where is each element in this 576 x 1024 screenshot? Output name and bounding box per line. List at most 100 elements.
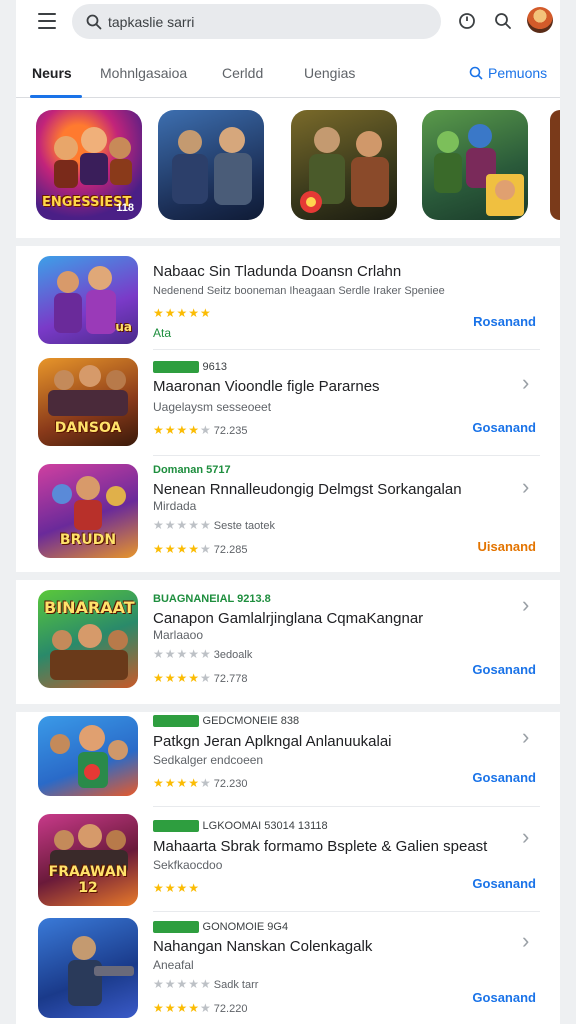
rating-stars-filled: ★★★★	[153, 776, 201, 790]
top-bar: tapkaslie sarri	[16, 0, 560, 44]
rating-stars-secondary: ★★★★★ Sadk tarr	[153, 977, 259, 991]
premiums-link[interactable]: Pemuons	[469, 65, 547, 81]
character-art	[434, 124, 524, 216]
rating-stars: ★★★★★ 72.230	[153, 776, 248, 790]
featured-game-card[interactable]	[291, 110, 397, 220]
secondary-label: Sadk tarr	[213, 979, 259, 991]
app-tag-text: GONOMOIE 9G4	[202, 921, 289, 933]
tab-mohnlgasaioa[interactable]: Mohnlgasaioa	[100, 65, 187, 81]
tab-uengias[interactable]: Uengias	[304, 65, 355, 81]
thumbnail-label: ua	[115, 320, 132, 334]
category-badge	[153, 715, 199, 727]
rating-stars-filled: ★★★★	[153, 671, 201, 685]
list-item[interactable]: BRUDN Domanan 5717 Nenean Rnnalleudongig…	[16, 456, 560, 570]
install-button[interactable]: Rosanand	[473, 314, 536, 329]
install-button[interactable]: Gosanand	[472, 990, 536, 1005]
menu-icon[interactable]	[38, 13, 56, 29]
app-tag-text: BUAGNANEIAL 9213.8	[153, 593, 271, 605]
app-tag-text: Domanan 5717	[153, 464, 231, 476]
rating-stars-filled: ★★★★	[153, 423, 201, 437]
rating-stars: ★★★★★	[153, 306, 212, 320]
tab-cerldd[interactable]: Cerldd	[222, 65, 263, 81]
app-thumbnail: DANSOA	[38, 358, 138, 446]
featured-game-card[interactable]: ENGESSIEST 118	[36, 110, 142, 220]
section-divider	[16, 238, 560, 246]
featured-game-card[interactable]	[550, 110, 560, 220]
rating-stars: ★★★★★ 72.778	[153, 671, 248, 685]
app-subtitle: Sekfkaocdoo	[153, 858, 223, 872]
clock-icon[interactable]	[457, 11, 477, 31]
featured-game-card[interactable]	[422, 110, 528, 220]
tab-neurs[interactable]: Neurs	[32, 65, 72, 81]
chevron-right-icon[interactable]: ›	[522, 724, 529, 750]
featured-card-badge: 118	[116, 202, 134, 214]
app-subtitle: Marlaaoo	[153, 628, 204, 642]
rating-stars-filled: ★★★★	[153, 1001, 201, 1015]
search-icon[interactable]	[493, 11, 513, 31]
search-bar[interactable]: tapkaslie sarri	[72, 4, 441, 39]
app-subtitle: Aneafal	[153, 958, 194, 972]
app-thumbnail: BRUDN	[38, 464, 138, 558]
rating-count: 72.285	[213, 544, 248, 556]
app-title: Canapon Gamlalrjinglana CqmaKangnar	[153, 610, 424, 627]
app-thumbnail	[38, 918, 138, 1018]
app-tag: GEDCMONEIE 838	[153, 715, 299, 727]
rating-stars: ★★★★★ 72.285	[153, 542, 248, 556]
thumbnail-label: BRUDN	[59, 532, 117, 548]
app-tag-text: LGKOOMAI 53014 13118	[202, 820, 328, 832]
list-item[interactable]: GONOMOIE 9G4 Nahangan Nanskan Colenkagal…	[16, 912, 560, 1024]
chevron-right-icon[interactable]: ›	[522, 592, 529, 618]
character-art	[172, 127, 252, 205]
featured-game-card[interactable]	[158, 110, 264, 220]
chevron-right-icon[interactable]: ›	[522, 370, 529, 396]
search-icon	[469, 66, 483, 80]
app-tag: Domanan 5717	[153, 464, 231, 476]
thumbnail-label: FRAAWAN 12	[48, 864, 128, 896]
section-divider	[16, 572, 560, 580]
app-subtitle: Mirdada	[153, 499, 197, 513]
app-tag-text: 9613	[202, 361, 227, 373]
featured-carousel: ENGESSIEST 118	[16, 100, 560, 238]
search-input[interactable]: tapkaslie sarri	[108, 14, 194, 30]
category-badge	[153, 361, 199, 373]
install-button[interactable]: Uisanand	[477, 539, 536, 554]
app-tag: LGKOOMAI 53014 13118	[153, 820, 328, 832]
rating-count: 72.778	[213, 673, 248, 685]
rating-count: 72.220	[213, 1003, 248, 1015]
app-title: Nahangan Nanskan Colenkagalk	[153, 938, 373, 955]
install-button[interactable]: Gosanand	[472, 770, 536, 785]
character-art	[50, 725, 128, 788]
app-thumbnail: BINARAAT	[38, 590, 138, 688]
rating-count: 72.230	[213, 778, 248, 790]
list-item[interactable]: DANSOA 9613 Maaronan Vioondle figle Para…	[16, 350, 560, 456]
install-button[interactable]: Gosanand	[472, 420, 536, 435]
premiums-link-label: Pemuons	[488, 65, 548, 81]
app-subtitle: Nedenend Seitz booneman Iheagaan Serdle …	[153, 285, 445, 297]
app-subtitle: Sedkalger endcoeen	[153, 753, 264, 767]
section-divider	[16, 704, 560, 712]
rating-stars-secondary: ★★★★★ 3edoalk	[153, 647, 253, 661]
rating-stars-filled: ★★★★	[153, 542, 201, 556]
app-title: Maaronan Vioondle figle Pararnes	[153, 378, 380, 395]
install-button[interactable]: Gosanand	[472, 662, 536, 677]
chevron-right-icon[interactable]: ›	[522, 928, 529, 954]
list-item[interactable]: BINARAAT BUAGNANEIAL 9213.8 Canapon Gaml…	[16, 580, 560, 704]
list-item[interactable]: ua Nabaac Sin Tladunda Doansn Crlahn Ned…	[16, 246, 560, 350]
app-tag: 9613	[153, 361, 227, 373]
chevron-right-icon[interactable]: ›	[522, 824, 529, 850]
avatar[interactable]	[527, 7, 553, 33]
app-tag: BUAGNANEIAL 9213.8	[153, 593, 271, 605]
active-tab-indicator	[30, 95, 82, 98]
rating-stars: ★★★★★ 72.235	[153, 423, 248, 437]
search-icon	[86, 14, 102, 30]
character-art	[300, 127, 389, 213]
row-separator	[153, 806, 540, 807]
app-frame: tapkaslie sarri Neurs Mohnlgasaioa Cerld…	[16, 0, 560, 1024]
secondary-label: Seste taotek	[213, 520, 275, 532]
chevron-right-icon[interactable]: ›	[522, 474, 529, 500]
install-button[interactable]: Gosanand	[472, 876, 536, 891]
list-item[interactable]: FRAAWAN 12 LGKOOMAI 53014 13118 Mahaarta…	[16, 808, 560, 912]
list-item[interactable]: GEDCMONEIE 838 Patkgn Jeran Aplkngal Anl…	[16, 712, 560, 808]
app-title: Mahaarta Sbrak formamo Bsplete & Galien …	[153, 838, 488, 855]
app-title: Nabaac Sin Tladunda Doansn Crlahn	[153, 263, 402, 280]
